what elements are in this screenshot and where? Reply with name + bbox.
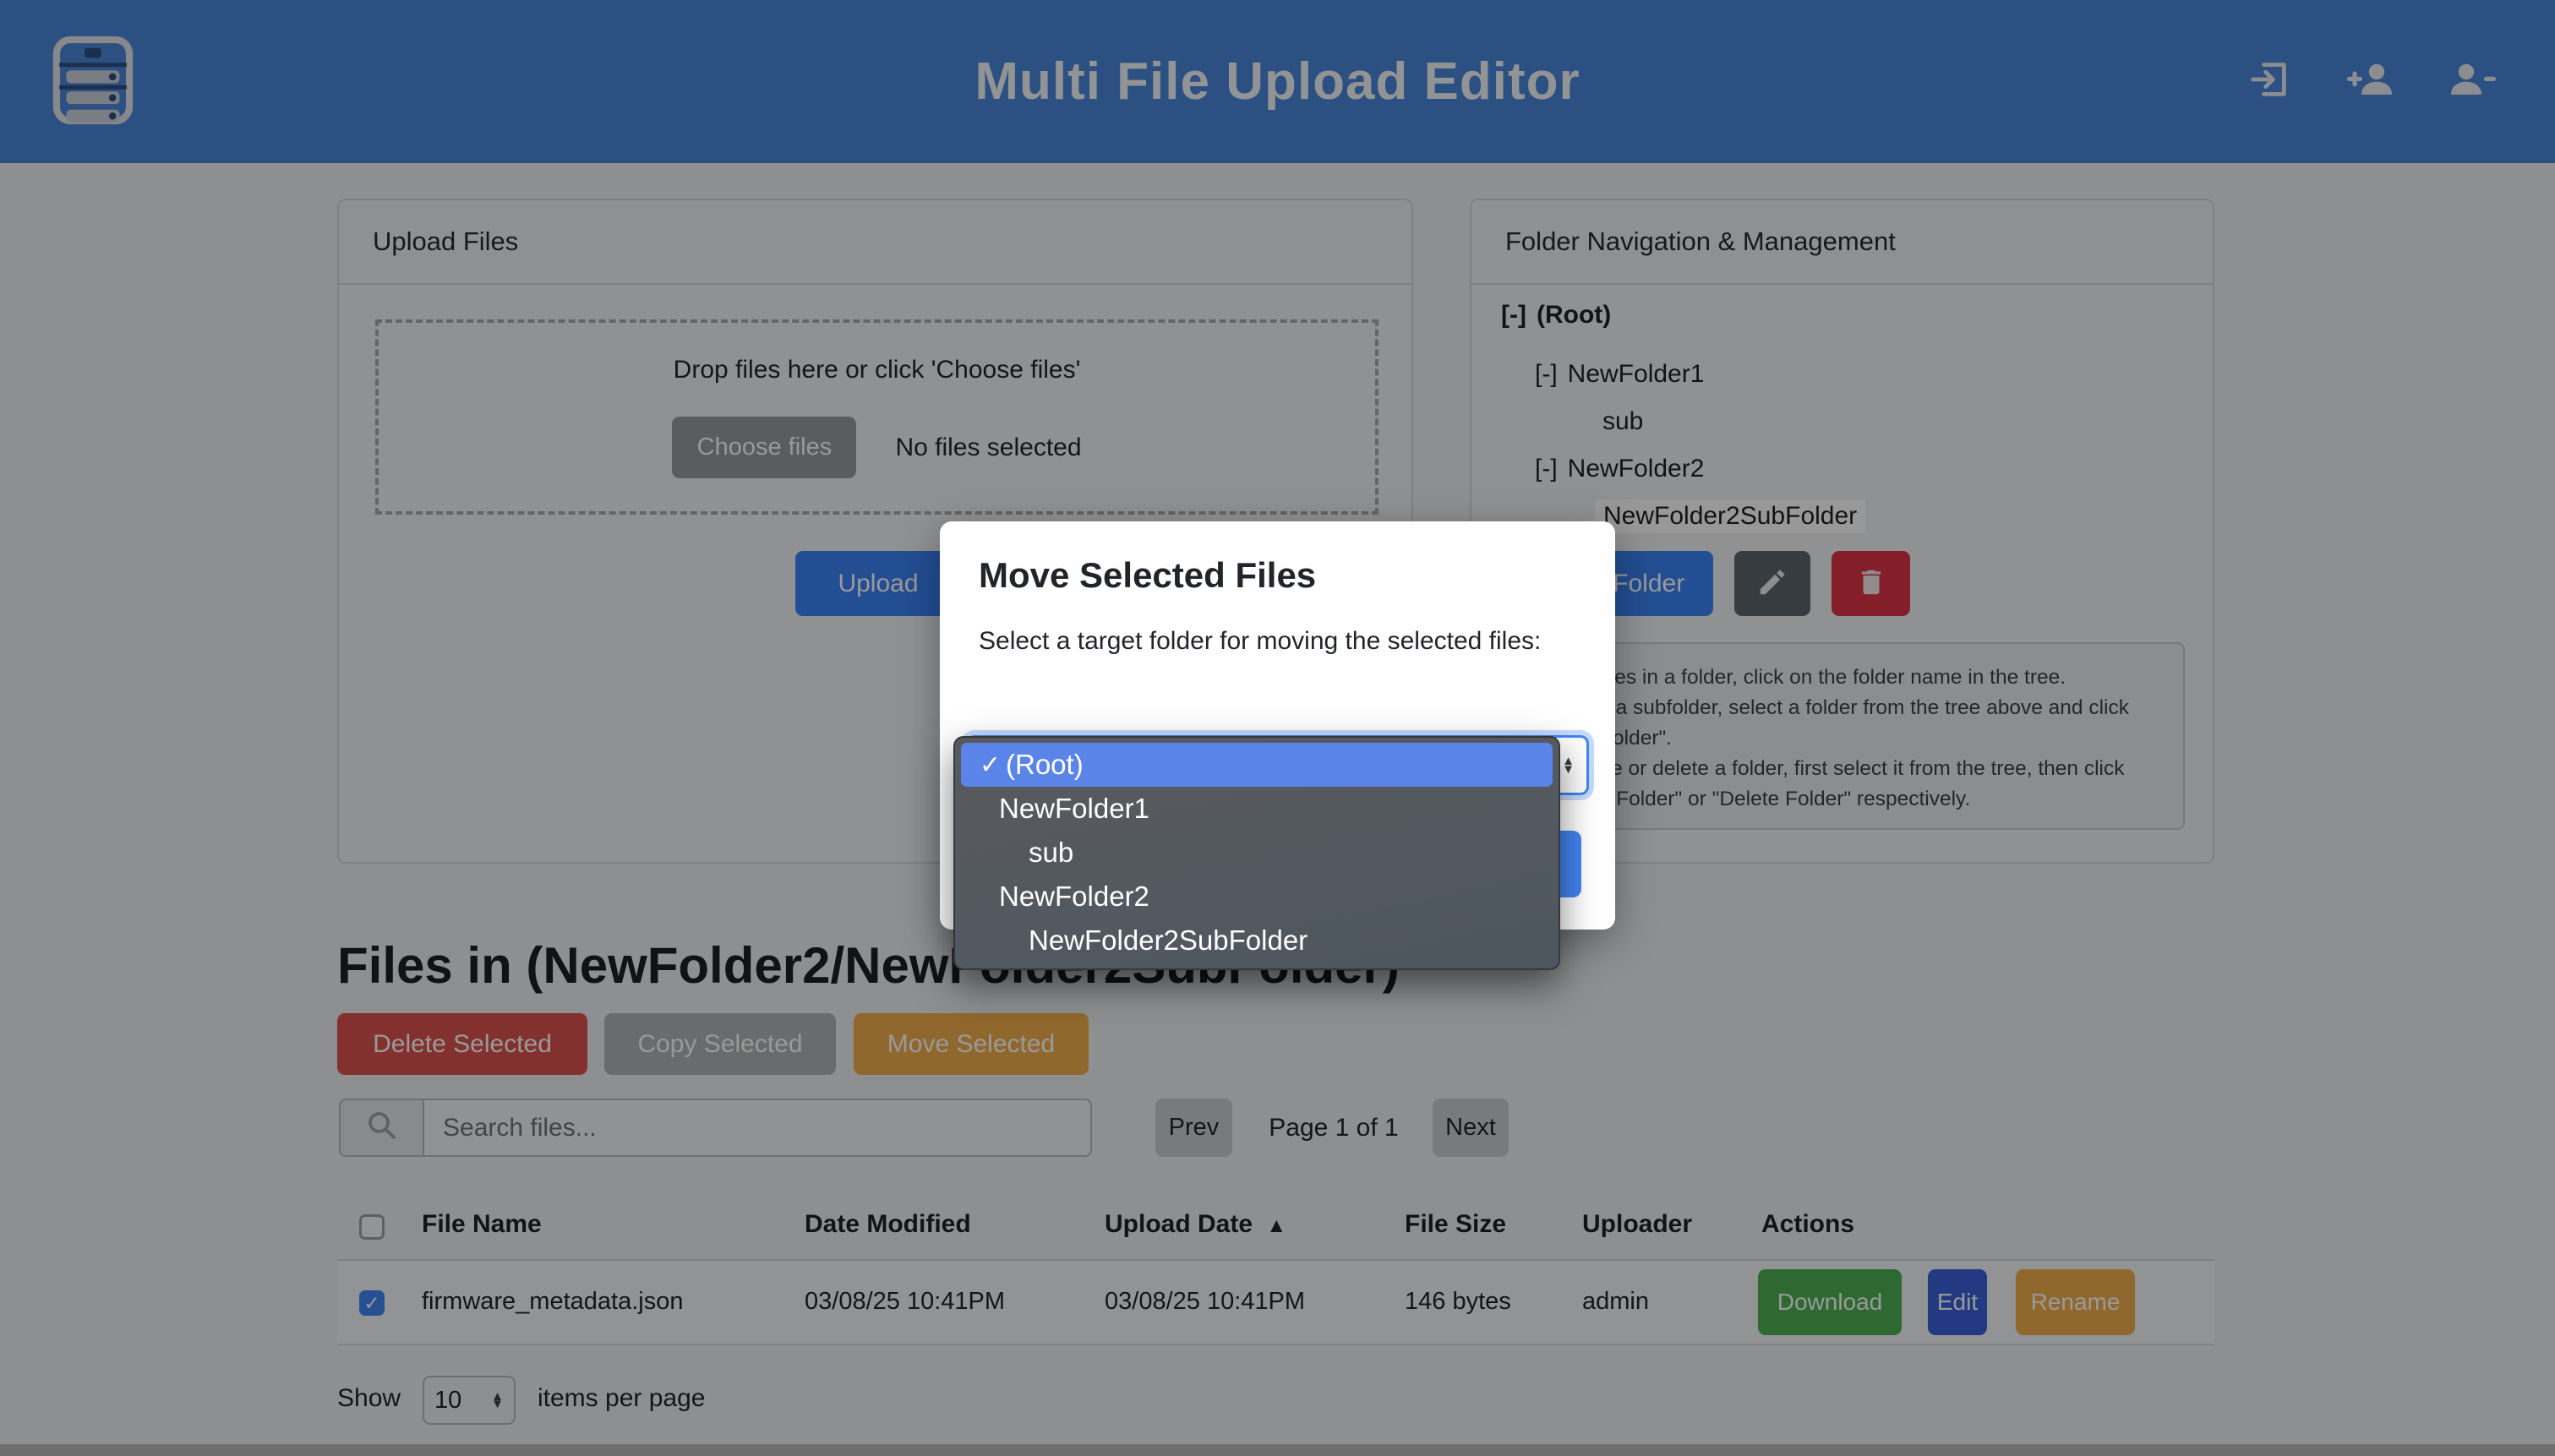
- folder-dropdown-menu: ✓ (Root) NewFolder1 sub NewFolder2 NewFo…: [953, 736, 1560, 970]
- dropdown-option-newfolder2[interactable]: NewFolder2: [955, 875, 1559, 919]
- dropdown-option-sub[interactable]: sub: [955, 831, 1559, 875]
- dropdown-option-newfolder1[interactable]: NewFolder1: [955, 787, 1559, 831]
- dropdown-option-root[interactable]: ✓ (Root): [961, 743, 1553, 787]
- dropdown-option-newfolder2subfolder[interactable]: NewFolder2SubFolder: [955, 919, 1559, 962]
- select-spinner-icon: ▲ ▼: [1562, 757, 1575, 773]
- modal-title: Move Selected Files: [979, 555, 1316, 596]
- modal-description: Select a target folder for moving the se…: [979, 621, 1570, 662]
- check-icon: ✓: [980, 750, 1006, 780]
- page: Multi File Upload Editor: [0, 0, 2555, 1456]
